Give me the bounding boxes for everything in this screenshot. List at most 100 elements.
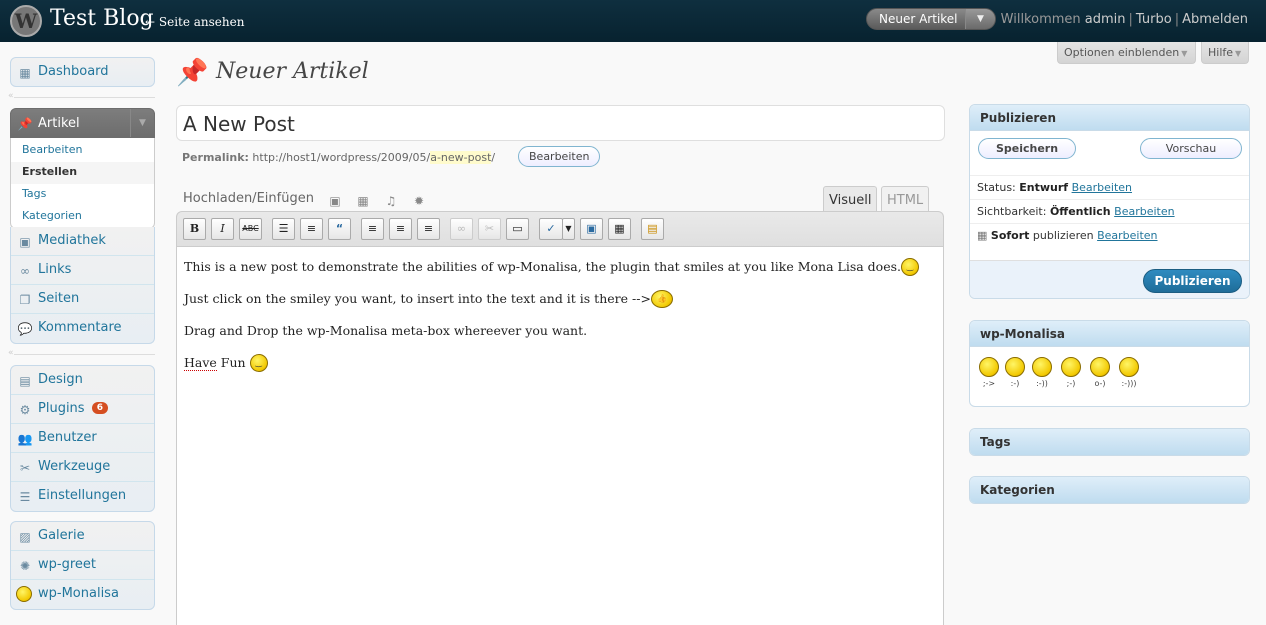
strikethrough-button[interactable]: ABC — [239, 218, 262, 240]
smiley-code: :-)) — [1036, 379, 1048, 388]
tab-html[interactable]: HTML — [881, 186, 929, 212]
edit-permalink-button[interactable]: Bearbeiten — [518, 146, 601, 167]
menu-item-wp-monalisa[interactable]: wp-Monalisa — [11, 580, 154, 609]
menu-item-plugins[interactable]: ⚙ Plugins 6 — [11, 395, 154, 424]
align-center-icon[interactable]: ≡ — [389, 218, 412, 240]
post-title-input[interactable]: A New Post — [176, 105, 945, 141]
menu-item-media[interactable]: ▣ Mediathek — [11, 227, 154, 256]
chevron-down-icon[interactable]: ▼ — [562, 218, 575, 240]
screen-options-button[interactable]: Optionen einblenden ▼ — [1057, 42, 1196, 64]
smiley-option[interactable]: :-) — [1002, 357, 1028, 388]
menu-item-dashboard[interactable]: ▦ Dashboard — [11, 58, 154, 86]
permalink-base: http://host1/wordpress/2009/05/ — [252, 151, 431, 164]
edit-visibility-link[interactable]: Bearbeiten — [1114, 205, 1174, 218]
help-button[interactable]: Hilfe ▼ — [1201, 42, 1249, 64]
menu-group-dashboard: ▦ Dashboard — [10, 57, 155, 87]
add-media-icon[interactable]: ✹ — [412, 194, 426, 208]
thumbs-up-smiley-icon: 👍 — [650, 290, 673, 308]
editor-paragraph: Drag and Drop the wp-Monalisa meta-box w… — [184, 321, 936, 341]
smiley-option[interactable]: ;-) — [1058, 357, 1084, 388]
editor-content[interactable]: This is a new post to demonstrate the ab… — [176, 246, 944, 625]
greeting-text: Willkommen — [1000, 12, 1081, 27]
kitchen-sink-icon[interactable]: ▦ — [608, 218, 631, 240]
site-title[interactable]: Test Blog — [50, 6, 154, 31]
fullscreen-icon[interactable]: ▣ — [580, 218, 603, 240]
edit-schedule-link[interactable]: Bearbeiten — [1097, 229, 1157, 242]
unlink-icon[interactable]: ✂ — [478, 218, 501, 240]
logout-link[interactable]: Abmelden — [1182, 12, 1248, 27]
smiley-option[interactable]: o-) — [1087, 357, 1113, 388]
preview-button[interactable]: Vorschau — [1140, 138, 1242, 159]
wordpress-logo-icon[interactable]: W — [10, 5, 42, 37]
categories-box-title[interactable]: Kategorien — [970, 477, 1249, 503]
bold-button[interactable]: B — [183, 218, 206, 240]
menu-item-users[interactable]: 👥 Benutzer — [11, 424, 154, 453]
save-draft-button[interactable]: Speichern — [978, 138, 1076, 159]
menu-label: Links — [38, 262, 72, 277]
view-site-link[interactable]: ← Seite ansehen — [145, 15, 244, 29]
submenu-item-edit[interactable]: Bearbeiten — [11, 140, 154, 162]
submenu-item-new[interactable]: Erstellen — [11, 162, 154, 184]
visibility-label: Sichtbarkeit: — [977, 205, 1047, 218]
editor-paragraph: Just click on the smiley you want, to in… — [184, 289, 936, 309]
smiley-option[interactable]: :-))) — [1116, 357, 1142, 388]
smiley-option[interactable]: :-)) — [1029, 357, 1055, 388]
turbo-link[interactable]: Turbo — [1136, 12, 1172, 27]
menu-separator[interactable]: « — [8, 91, 155, 101]
align-left-icon[interactable]: ≡ — [361, 218, 384, 240]
more-tag-icon[interactable]: ▭ — [506, 218, 529, 240]
publish-box-title[interactable]: Publizieren — [970, 105, 1249, 131]
appearance-icon: ▤ — [19, 374, 31, 388]
favorite-actions-dropdown[interactable]: Neuer Artikel ▼ — [866, 8, 996, 30]
menu-item-links[interactable]: ∞ Links — [11, 256, 154, 285]
dashboard-icon: ▦ — [19, 66, 31, 80]
menu-item-gallery[interactable]: ▨ Galerie — [11, 522, 154, 551]
submenu-item-categories[interactable]: Kategorien — [11, 206, 154, 228]
wink-smiley-icon — [1061, 357, 1081, 377]
menu-item-appearance[interactable]: ▤ Design — [11, 366, 154, 395]
misspelled-word[interactable]: Have — [184, 355, 217, 371]
add-image-icon[interactable]: ▣ — [328, 194, 342, 208]
new-post-shortcut[interactable]: Neuer Artikel — [879, 12, 958, 26]
align-right-icon[interactable]: ≡ — [417, 218, 440, 240]
menu-item-tools[interactable]: ✂ Werkzeuge — [11, 453, 154, 482]
numbered-list-icon[interactable]: ≡ — [300, 218, 323, 240]
insert-smiley-icon[interactable]: ▤ — [641, 218, 664, 240]
add-audio-icon[interactable]: ♫ — [384, 194, 398, 208]
menu-item-pages[interactable]: ❐ Seiten — [11, 285, 154, 314]
menu-item-comments[interactable]: 💬 Kommentare — [11, 314, 154, 343]
menu-item-wp-greet[interactable]: ✺ wp-greet — [11, 551, 154, 580]
link-icon[interactable]: ∞ — [450, 218, 473, 240]
menu-group-plugins: ▨ Galerie ✺ wp-greet wp-Monalisa — [10, 521, 155, 610]
grin-smiley-icon: ‿ — [249, 354, 268, 372]
blockquote-icon[interactable]: “ — [328, 218, 351, 240]
admin-header: W Test Blog ← Seite ansehen Neuer Artike… — [0, 0, 1266, 42]
italic-button[interactable]: I — [211, 218, 234, 240]
submenu-item-tags[interactable]: Tags — [11, 184, 154, 206]
publish-button[interactable]: Publizieren — [1143, 269, 1242, 293]
tags-box-title[interactable]: Tags — [970, 429, 1249, 455]
menu-item-settings[interactable]: ☰ Einstellungen — [11, 482, 154, 511]
bullet-list-icon[interactable]: ☰ — [272, 218, 295, 240]
wp-monalisa-title[interactable]: wp-Monalisa — [970, 321, 1249, 347]
pages-icon: ❐ — [19, 293, 31, 307]
spellcheck-icon[interactable]: ✓ — [539, 218, 563, 240]
menu-label: Werkzeuge — [38, 459, 111, 474]
menu-label: wp-Monalisa — [38, 586, 119, 601]
edit-status-link[interactable]: Bearbeiten — [1072, 181, 1132, 194]
plugin-update-count-badge: 6 — [91, 402, 108, 414]
user-name-link[interactable]: admin — [1085, 12, 1126, 27]
smiley-option[interactable]: ;-> — [976, 357, 1002, 388]
add-video-icon[interactable]: ▦ — [356, 194, 370, 208]
laugh-smiley-icon — [1119, 357, 1139, 377]
calendar-icon: ▦ — [977, 229, 988, 242]
menu-separator[interactable]: « — [8, 348, 155, 358]
status-row: Status: Entwurf Bearbeiten — [970, 175, 1249, 199]
permalink-slug[interactable]: a-new-post — [430, 151, 492, 164]
cool-smiley-icon — [1090, 357, 1110, 377]
chevron-down-icon[interactable]: ▼ — [130, 109, 154, 137]
menu-label: Artikel — [38, 116, 80, 131]
menu-item-posts[interactable]: 📌 Artikel ▼ — [10, 108, 155, 138]
chevron-down-icon[interactable]: ▼ — [965, 9, 995, 29]
tab-visual[interactable]: Visuell — [823, 186, 878, 212]
